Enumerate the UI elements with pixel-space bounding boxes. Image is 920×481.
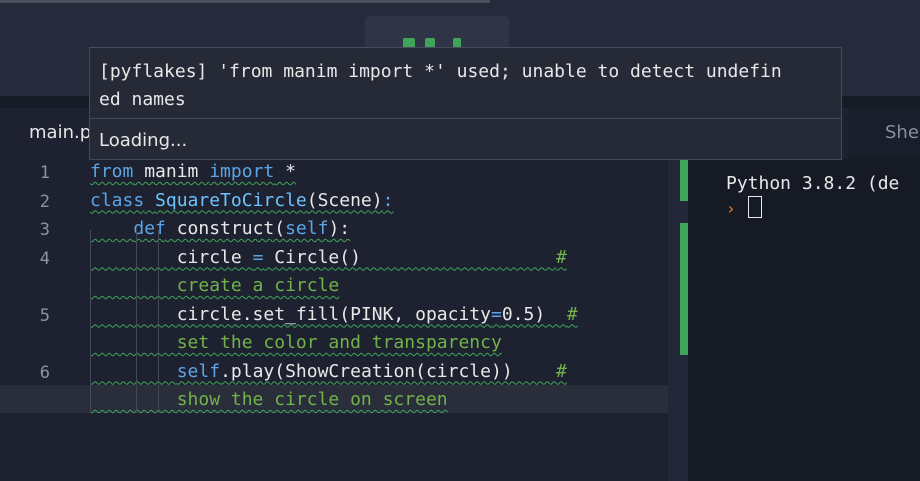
line-number: 6 <box>39 362 50 383</box>
code-token: self <box>176 360 221 382</box>
line-number: 3 <box>39 220 50 240</box>
code-token: .play(ShowCreation(circle)) <box>220 360 557 382</box>
code-token: * <box>274 161 296 182</box>
tooltip-message-line1: [pyflakes] 'from manim import *' used; u… <box>99 61 782 82</box>
shell-version-text: Python 3.8.2 (de <box>726 173 900 194</box>
toolbar-divider <box>0 0 490 3</box>
code-token: (Scene) <box>306 189 383 211</box>
indent-guide <box>158 230 159 413</box>
code-token: Circle() <box>263 246 557 268</box>
code-token: set the color and transparency <box>90 332 502 353</box>
code-token: manim <box>133 161 210 182</box>
code-token: create a circle <box>90 275 340 296</box>
line-number-gutter: 1 2 3 4 5 6 <box>0 159 60 481</box>
shell-prompt-icon: › <box>726 199 736 218</box>
tooltip-message-line2: ed names <box>99 89 186 110</box>
line-number: 5 <box>39 305 50 326</box>
tab-shell[interactable]: She <box>848 108 920 159</box>
line-number: 1 <box>39 163 50 183</box>
line-number: 4 <box>39 248 50 269</box>
code-token: def <box>133 218 166 239</box>
code-token: circle.set_fill(PINK, opacity <box>90 303 491 325</box>
code-line: show the circle on screen <box>90 386 448 414</box>
line-number: 2 <box>39 191 50 212</box>
tooltip-divider <box>90 118 841 119</box>
tooltip-message: [pyflakes] 'from manim import *' used; u… <box>99 58 834 114</box>
code-line: circle.set_fill(PINK, opacity=0.5) # <box>90 301 578 329</box>
indent-guide <box>136 230 137 413</box>
shell-pane[interactable]: Python 3.8.2 (de › <box>688 159 920 481</box>
code-token: import <box>209 161 275 182</box>
code-token: construct( <box>165 218 286 239</box>
lint-tooltip: [pyflakes] 'from manim import *' used; u… <box>89 47 842 160</box>
code-token: show the circle on screen <box>90 389 448 410</box>
scroll-marker <box>680 159 688 201</box>
tab-main-label: main.p <box>29 122 92 143</box>
code-token: circle <box>90 246 253 268</box>
code-editor[interactable]: 123456 from manim import * class SquareTo… <box>0 159 668 481</box>
code-line: circle = Circle() # <box>90 244 567 272</box>
code-token: class <box>90 189 145 211</box>
code-token: = <box>252 246 264 268</box>
pane-splitter[interactable] <box>668 159 688 481</box>
code-line: create a circle <box>90 272 340 300</box>
code-token: # <box>566 303 578 325</box>
code-line: self.play(ShowCreation(circle)) # <box>90 358 567 386</box>
code-line: from manim import * <box>90 159 296 186</box>
code-token: SquareToCircle <box>155 189 307 211</box>
tooltip-loading: Loading... <box>99 130 188 151</box>
indent-guide <box>90 230 91 413</box>
code-token: : <box>382 189 394 211</box>
code-line: class SquareToCircle(Scene): <box>90 187 393 215</box>
code-token: # <box>556 360 567 382</box>
code-token: # <box>556 246 567 268</box>
code-line: def construct(self): <box>90 215 350 243</box>
code-token: 0.5) <box>501 303 567 325</box>
code-token: self <box>285 218 329 239</box>
code-token: ): <box>328 218 351 239</box>
code-token: = <box>490 303 502 325</box>
scroll-marker <box>680 223 688 355</box>
shell-cursor[interactable] <box>748 196 762 218</box>
tab-shell-label: She <box>885 122 919 143</box>
code-token: from <box>90 161 134 182</box>
code-line: set the color and transparency <box>90 329 502 357</box>
